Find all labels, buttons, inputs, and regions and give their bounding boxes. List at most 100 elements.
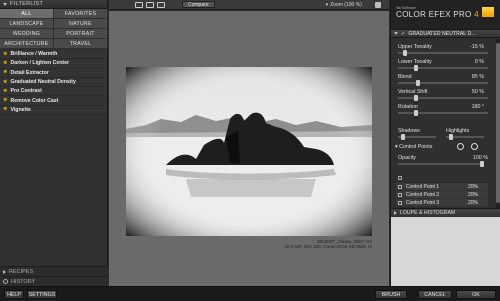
history-header[interactable]: HISTORY (0, 276, 108, 286)
filter-item[interactable]: ★ Detail Extractor (0, 68, 107, 78)
collapse-arrow-icon (394, 32, 398, 35)
slider-knob[interactable] (416, 80, 420, 86)
control-point-row[interactable]: Control Point 2 20% (396, 191, 488, 198)
star-icon[interactable]: ★ (3, 98, 7, 103)
image-metadata: 16.0 MP, ISO 100, Canon EOS 5D Mark IV (284, 244, 372, 250)
param-rotation: Rotation 180 ° (398, 104, 488, 116)
param-value: 180 ° (471, 104, 484, 110)
category-portrait[interactable]: PORTRAIT (54, 29, 108, 39)
slider-knob[interactable] (449, 134, 453, 140)
filter-item[interactable]: ★ Remove Color Cast (0, 96, 107, 106)
category-nature[interactable]: NATURE (54, 19, 108, 29)
filter-item[interactable]: ★ Vignette (0, 105, 107, 116)
brush-button[interactable]: BRUSH (375, 290, 407, 299)
filterlist-header[interactable]: FILTERLIST (0, 0, 107, 9)
left-bottom-sections: RECIPES HISTORY (0, 266, 108, 286)
clock-icon (3, 279, 8, 284)
shadows-slider[interactable] (398, 134, 436, 140)
control-point-name: Control Point 2 (406, 191, 440, 198)
category-all[interactable]: ALL (0, 9, 54, 19)
filter-item-label: Darken / Lighten Center (10, 60, 69, 67)
settings-button[interactable]: SETTINGS (27, 290, 57, 299)
slider-knob[interactable] (480, 161, 484, 167)
filter-header[interactable]: ✓ GRADUATED NEUTRAL D... (391, 29, 500, 38)
param-upper-tonality: Upper Tonality -15 % (398, 44, 488, 56)
expand-arrow-icon (3, 269, 6, 274)
history-label: HISTORY (11, 278, 36, 285)
remove-control-point-icon[interactable] (471, 143, 478, 150)
star-icon[interactable]: ★ (3, 79, 7, 85)
opacity-slider[interactable] (398, 161, 484, 167)
slider-knob[interactable] (414, 110, 418, 116)
param-value: 50 % (471, 89, 484, 95)
split-view-icon[interactable] (146, 1, 154, 8)
blend-slider[interactable] (398, 80, 488, 86)
filter-item[interactable]: ★ Pro Contrast (0, 87, 107, 97)
brand-header: Nik Software COLOR EFEX PRO 4 (391, 0, 500, 29)
image-caption: 2012067_Alaska_0807.nr2 16.0 MP, ISO 100… (285, 239, 372, 249)
scrollbar-thumb[interactable] (496, 43, 500, 203)
filter-item[interactable]: ★ Graduated Neutral Density (0, 77, 107, 88)
lower-tonality-slider[interactable] (398, 65, 488, 71)
slider-knob[interactable] (414, 65, 418, 71)
filter-controls: Upper Tonality -15 % Lower Tonality 0 % … (391, 39, 496, 208)
filter-item-label: Graduated Neutral Density (10, 79, 76, 86)
recipes-header[interactable]: RECIPES (0, 266, 108, 276)
highlights-slider[interactable] (446, 134, 484, 140)
upper-tonality-slider[interactable] (398, 50, 488, 56)
category-wedding[interactable]: WEDDING (0, 29, 54, 39)
brand-name: COLOR EFEX PRO (396, 10, 472, 19)
control-point-name: Control Point 3 (406, 199, 440, 206)
category-favorites[interactable]: FAVORITES (54, 9, 108, 19)
compare-button[interactable]: Compare (182, 1, 215, 8)
rotation-slider[interactable] (398, 110, 488, 116)
adjustment-panel: Nik Software COLOR EFEX PRO 4 ✓ GRADUATE… (390, 0, 500, 286)
cancel-button[interactable]: CANCEL (418, 290, 452, 299)
star-icon[interactable]: ★ (3, 88, 7, 94)
ok-button[interactable]: OK (456, 290, 496, 299)
slider-knob[interactable] (403, 50, 407, 56)
control-point-value: 20% (467, 199, 478, 206)
zoom-dropdown-icon: ▾ (325, 1, 329, 8)
filter-item[interactable]: ★ Darken / Lighten Center (0, 59, 107, 69)
filter-panel: FILTERLIST ALL FAVORITES LANDSCAPE NATUR… (0, 0, 108, 286)
filter-item[interactable]: ★ Brilliance / Warmth (0, 50, 107, 60)
filter-item-label: Vignette (10, 106, 31, 113)
control-point-row[interactable]: Control Point 3 20% (396, 199, 488, 206)
side-by-side-icon[interactable] (157, 1, 165, 8)
single-view-icon[interactable] (135, 1, 143, 8)
loupe-preview (391, 217, 500, 286)
filter-list: ★ Brilliance / Warmth ★ Darken / Lighten C… (0, 49, 107, 116)
star-icon[interactable]: ★ (3, 60, 7, 66)
star-icon[interactable]: ★ (3, 70, 7, 75)
loupe-histogram-header[interactable]: LOUPE & HISTOGRAM (391, 208, 500, 217)
control-point-checkbox[interactable] (398, 200, 402, 205)
star-icon[interactable]: ★ (3, 107, 7, 112)
select-all-checkbox[interactable] (398, 175, 402, 180)
top-toolbar: Compare ▾ Zoom (100 %) (109, 0, 389, 10)
star-icon[interactable]: ★ (3, 51, 7, 57)
param-value: 0 % (474, 59, 484, 65)
vertical-shift-slider[interactable] (398, 95, 488, 101)
category-travel[interactable]: TRAVEL (54, 39, 108, 49)
preview-image[interactable] (126, 67, 372, 236)
loupe-label: LOUPE & HISTOGRAM (400, 210, 456, 216)
panel-scrollbar[interactable] (496, 39, 500, 208)
control-point-row[interactable]: Control Point 1 20% (396, 183, 488, 190)
control-point-checkbox[interactable] (398, 184, 402, 189)
param-blend: Blend 85 % (398, 74, 488, 86)
param-lower-tonality: Lower Tonality 0 % (398, 59, 488, 71)
category-architecture[interactable]: ARCHITECTURE (0, 39, 54, 49)
add-control-point-icon[interactable] (457, 143, 464, 150)
help-button[interactable]: HELP (4, 290, 24, 299)
slider-knob[interactable] (414, 95, 418, 101)
control-point-list-header (396, 174, 488, 181)
filter-enabled-check-icon[interactable]: ✓ (401, 31, 405, 37)
slider-knob[interactable] (401, 134, 405, 140)
preview-canvas: 2012067_Alaska_0807.nr2 16.0 MP, ISO 100… (109, 11, 389, 286)
control-point-checkbox[interactable] (398, 192, 402, 197)
category-landscape[interactable]: LANDSCAPE (0, 19, 54, 29)
zoom-control[interactable]: ▾ Zoom (100 %) (326, 2, 362, 8)
control-points-header[interactable]: ▾ Control Points (395, 144, 432, 150)
background-color-icon[interactable] (374, 1, 381, 8)
